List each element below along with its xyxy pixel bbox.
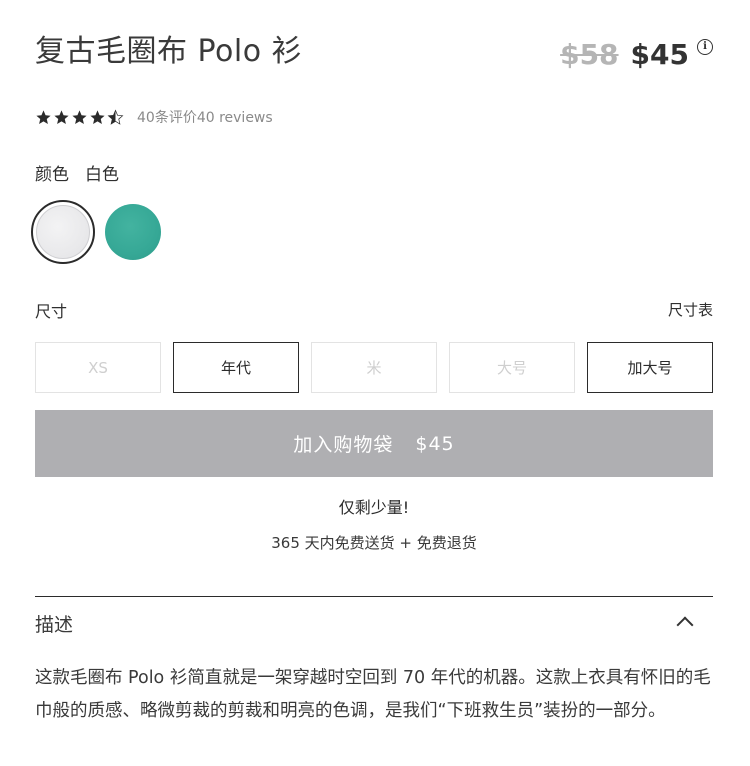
size-options: XS 年代 米 大号 加大号: [35, 342, 713, 393]
star-icon: [36, 109, 51, 124]
swatch-fill-white: [36, 205, 90, 259]
size-option-m[interactable]: 米: [311, 342, 437, 393]
info-icon[interactable]: i: [697, 39, 713, 55]
add-to-bag-label: 加入购物袋: [293, 434, 394, 456]
shipping-info: 365 天内免费送货 + 免费退货: [271, 534, 477, 552]
add-to-bag-price: $45: [415, 432, 455, 455]
size-option-medium[interactable]: 年代: [173, 342, 299, 393]
selected-color-name: 白色: [85, 165, 119, 185]
color-swatch-white[interactable]: [31, 200, 95, 264]
half-star-icon: [107, 109, 124, 125]
size-chart-link[interactable]: 尺寸表: [668, 299, 713, 320]
color-label: 颜色: [35, 165, 69, 185]
color-label-row: 颜色 白色: [35, 160, 119, 185]
size-header: 尺寸 尺寸表: [35, 298, 713, 322]
current-price: $45: [630, 37, 689, 71]
size-option-xl[interactable]: 加大号: [587, 342, 713, 393]
product-header: 复古毛圈布 Polo 衫 $58 $45 i: [35, 32, 713, 76]
star-icon: [54, 109, 69, 124]
size-option-large[interactable]: 大号: [449, 342, 575, 393]
price-block: $58 $45 i: [560, 34, 713, 74]
star-icon: [90, 109, 105, 124]
swatch-fill-teal: [105, 204, 161, 260]
size-label: 尺寸: [35, 302, 68, 321]
add-to-bag-button[interactable]: 加入购物袋 $45: [35, 410, 713, 477]
description-toggle[interactable]: 描述: [35, 610, 713, 640]
size-option-xs[interactable]: XS: [35, 342, 161, 393]
star-icon: [72, 109, 87, 124]
low-stock-notice: 仅剩少量!: [338, 498, 410, 517]
description-text: 这款毛圈布 Polo 衫简直就是一架穿越时空回到 70 年代的机器。这款上衣具有…: [35, 668, 711, 721]
divider: [35, 596, 713, 597]
original-price: $58: [560, 37, 619, 71]
color-swatches: [31, 200, 171, 264]
star-rating: [35, 109, 125, 126]
review-count[interactable]: 40条评价40 reviews: [137, 107, 273, 127]
color-swatch-teal[interactable]: [101, 200, 165, 264]
rating[interactable]: 40条评价40 reviews: [35, 106, 273, 128]
chevron-up-icon: [676, 616, 694, 634]
description-title: 描述: [35, 614, 74, 636]
product-title: 复古毛圈布 Polo 衫: [35, 34, 303, 69]
